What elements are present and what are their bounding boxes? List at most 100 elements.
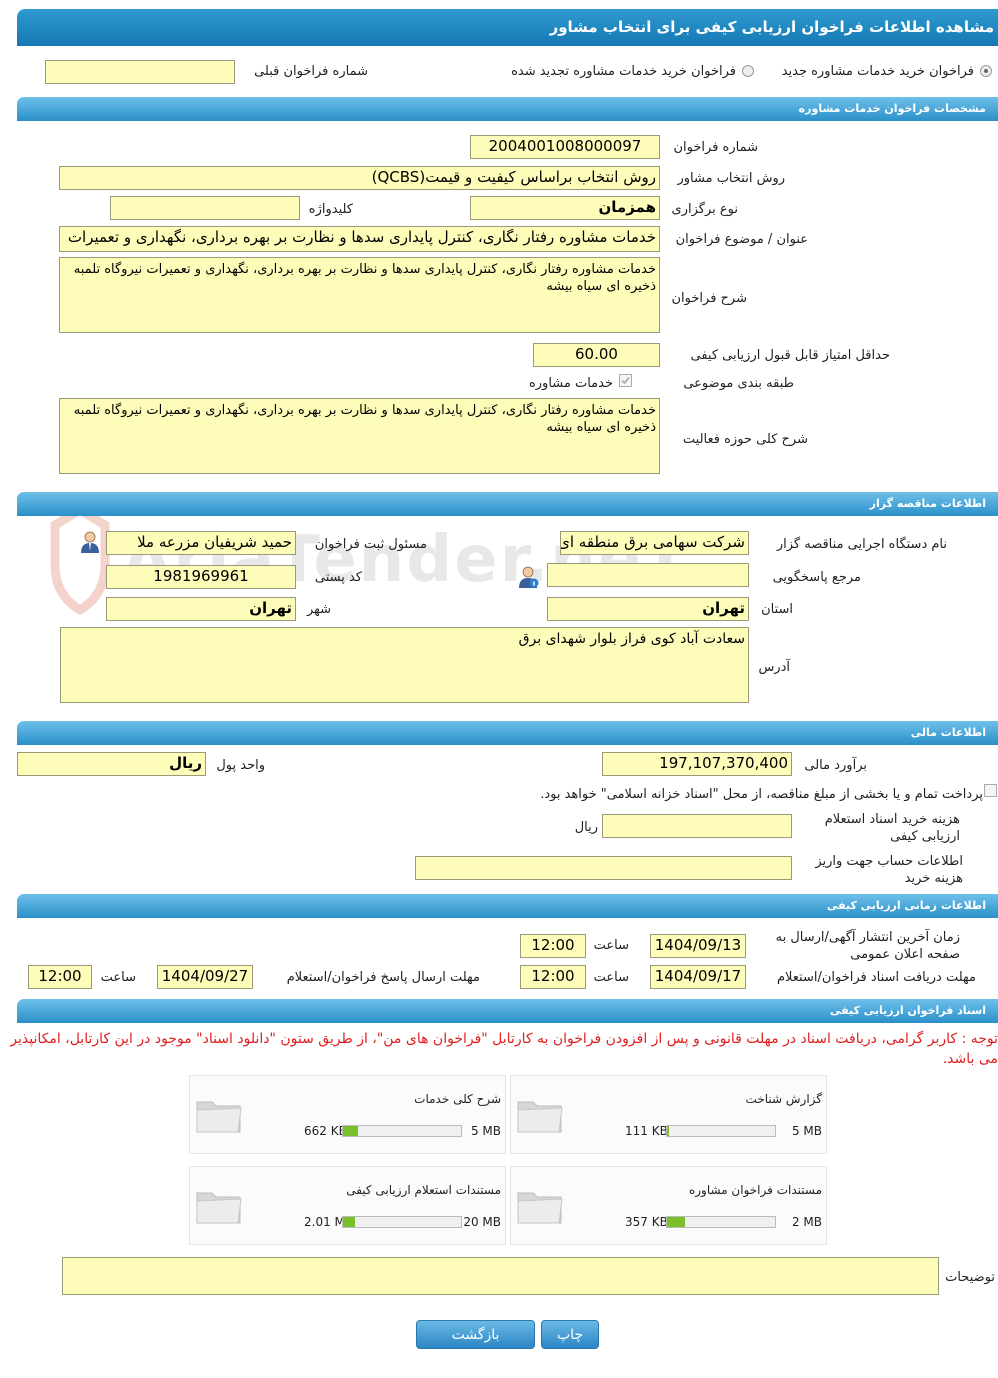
keyword-label: کلیدواژه [308,202,353,217]
file-max-size: 5 MB [791,1124,822,1138]
category-checkbox[interactable] [619,374,632,387]
folder-icon [517,1101,563,1133]
file-size: 111 KB [625,1124,668,1138]
estimate-field[interactable]: 197,107,370,400 [602,752,792,776]
number-field[interactable]: 2004001008000097 [470,135,660,159]
section-tenderer-title: اطلاعات مناقصه گزار [869,497,986,510]
account-label: اطلاعات حساب جهت واریز هزینه خرید [815,854,963,886]
section-specs: مشخصات فراخوان خدمات مشاوره [17,97,998,121]
city-label: شهر [306,602,331,617]
treasury-checkbox[interactable] [984,784,997,797]
minscore-field[interactable]: 60.00 [533,343,660,367]
receive-label: مهلت دریافت اسناد فراخوان/استعلام [776,970,976,985]
receive-time-label: ساعت [593,970,629,985]
ref-label: مرجع پاسخگویی [772,570,861,585]
file-size-bar-fill [667,1217,686,1227]
file-card[interactable]: گزارش شناخت 5 MB 111 KB [510,1075,827,1154]
section-financial-title: اطلاعات مالی [910,726,986,739]
currency-label: واحد پول [216,758,265,773]
receive-date-field[interactable]: 1404/09/17 [650,965,746,989]
org-field[interactable]: شرکت سهامی برق منطقه ای تهران [560,531,749,555]
section-docs: اسناد فراخوان ارزیابی کیفی [17,999,998,1023]
docs-desc-field[interactable] [62,1257,939,1295]
province-label: استان [761,602,793,617]
org-label: نام دستگاه اجرایی مناقصه گزار [776,537,947,552]
treasury-text: پرداخت تمام و یا بخشی از مبلغ مناقصه، از… [540,787,983,802]
file-size-bar [342,1125,462,1137]
postal-field[interactable]: 1981969961 [106,565,296,589]
send-time-field[interactable]: 12:00 [28,965,92,989]
account-field[interactable] [415,856,792,880]
page-title-bar: مشاهده اطلاعات فراخوان ارزیابی کیفی برای… [17,9,998,46]
file-card[interactable]: مستندات فراخوان مشاوره 2 MB 357 KB [510,1166,827,1245]
cost-label: هزینه خرید اسناد استعلام ارزیابی کیفی [824,812,960,844]
cost-field[interactable] [602,814,792,838]
province-field[interactable]: تهران [547,597,749,621]
subject-field[interactable]: خدمات مشاوره رفتار نگاری، کنترل پایداری … [59,226,660,252]
radio-renewed-label: فراخوان خرید خدمات مشاوره تجدید شده [511,64,736,79]
user-icon[interactable] [80,531,100,553]
scope-field[interactable]: خدمات مشاوره رفتار نگاری، کنترل پایداری … [59,398,660,474]
file-card[interactable]: شرح کلی خدمات 5 MB 662 KB [189,1075,506,1154]
estimate-label: برآورد مالی [804,758,867,773]
ref-field[interactable] [547,563,749,587]
file-max-size: 20 MB [463,1215,501,1229]
folder-icon [196,1101,242,1133]
section-specs-title: مشخصات فراخوان خدمات مشاوره [798,102,986,115]
file-max-size: 2 MB [791,1215,822,1229]
number-label: شماره فراخوان [673,140,759,155]
file-size: 662 KB [304,1124,347,1138]
section-timing: اطلاعات زمانی ارزیابی کیفی [17,894,998,918]
desc-field[interactable]: خدمات مشاوره رفتار نگاری، کنترل پایداری … [59,257,660,333]
prev-number-field[interactable] [45,60,235,84]
docs-notice: توجه : کاربر گرامی، دریافت اسناد در مهلت… [10,1031,998,1067]
file-name: مستندات استعلام ارزیابی کیفی [346,1183,501,1197]
category-value: خدمات مشاوره [528,376,613,391]
page-title: مشاهده اطلاعات فراخوان ارزیابی کیفی برای… [549,18,994,36]
minscore-label: حداقل امتیاز قابل قبول ارزیابی کیفی [690,348,890,363]
method-field[interactable]: روش انتخاب براساس کیفیت و قیمت(QCBS) [59,166,660,190]
desc-label: شرح فراخوان [671,291,748,306]
scope-label: شرح کلی حوزه فعالیت [682,432,808,447]
resp-field[interactable]: حمید شریفیان مزرعه ملا [106,531,296,555]
radio-renewed[interactable] [742,65,754,77]
radio-new[interactable] [980,65,992,77]
section-financial: اطلاعات مالی [17,721,998,745]
docs-desc-label: توضیحات [945,1270,995,1285]
subject-label: عنوان / موضوع فراخوان [675,232,808,247]
file-size-bar [666,1216,776,1228]
section-docs-title: اسناد فراخوان ارزیابی کیفی [829,1004,986,1017]
file-size-bar [342,1216,462,1228]
send-time-label: ساعت [100,970,136,985]
prev-number-label: شماره فراخوان قبلی [254,64,368,79]
send-date-field[interactable]: 1404/09/27 [157,965,253,989]
print-button[interactable]: چاپ [541,1320,599,1349]
check-icon [621,376,630,385]
file-size-bar-fill [343,1126,359,1136]
radio-new-label: فراخوان خرید خدمات مشاوره جدید [781,64,974,79]
user-info-icon[interactable] [519,566,539,588]
file-card[interactable]: مستندات استعلام ارزیابی کیفی 20 MB 2.01 MB [189,1166,506,1245]
publish-time-field[interactable]: 12:00 [520,934,586,958]
back-button[interactable]: بازگشت [416,1320,535,1349]
file-name: شرح کلی خدمات [414,1092,501,1106]
send-label: مهلت ارسال پاسخ فراخوان/استعلام [286,970,480,985]
file-size-bar [666,1125,776,1137]
logo-icon [50,505,110,615]
publish-label: زمان آخرین انتشار آگهی/ارسال به صفحه اعل… [775,930,960,962]
section-timing-title: اطلاعات زمانی ارزیابی کیفی [826,899,986,912]
city-field[interactable]: تهران [106,597,296,621]
receive-time-field[interactable]: 12:00 [520,965,586,989]
cost-unit: ریال [574,820,598,835]
postal-label: کد پستی [314,570,362,585]
folder-icon [196,1192,242,1224]
type-label: نوع برگزاری [671,202,738,217]
type-field[interactable]: همزمان [470,196,660,220]
publish-time-label: ساعت [593,938,629,953]
address-field[interactable]: سعادت آباد کوی فراز بلوار شهدای برق [60,627,749,703]
method-label: روش انتخاب مشاور [677,171,785,186]
section-tenderer: اطلاعات مناقصه گزار [17,492,998,516]
keyword-field[interactable] [110,196,300,220]
publish-date-field[interactable]: 1404/09/13 [650,934,746,958]
currency-field[interactable]: ریال [17,752,206,776]
